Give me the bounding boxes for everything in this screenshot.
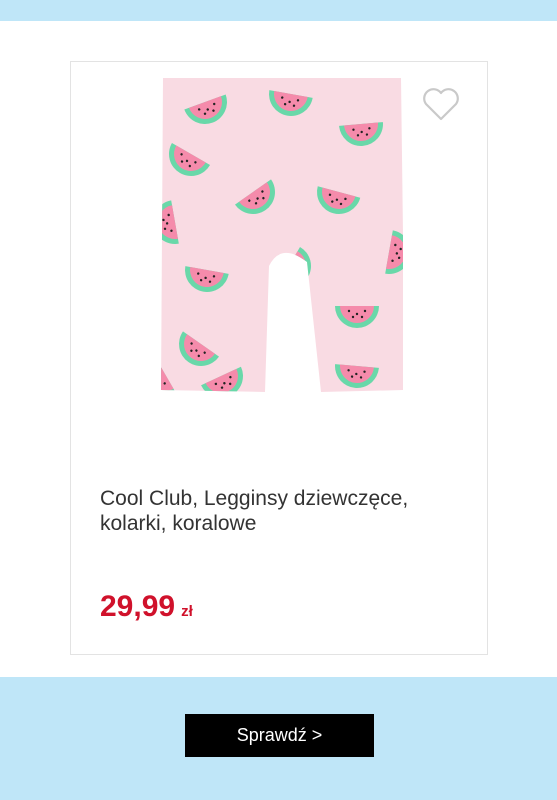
product-price: 29,99 zł: [100, 590, 193, 629]
product-image[interactable]: [161, 74, 403, 392]
product-name[interactable]: Cool Club, Legginsy dziewczęce, kolarki,…: [100, 486, 470, 536]
heart-icon[interactable]: [421, 86, 461, 122]
product-card[interactable]: Cool Club, Legginsy dziewczęce, kolarki,…: [70, 61, 488, 655]
price-currency: zł: [181, 603, 193, 620]
check-button[interactable]: Sprawdź >: [185, 714, 374, 757]
price-value: 29,99: [100, 590, 176, 623]
top-banner-band: [0, 0, 557, 21]
